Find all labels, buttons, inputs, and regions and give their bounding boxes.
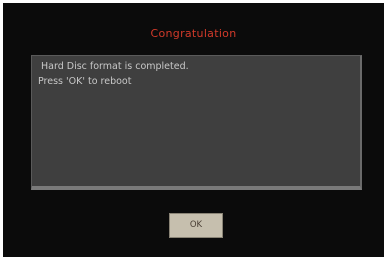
message-line-format-completed: Hard Disc format is completed. xyxy=(41,61,189,72)
dialog-title: Congratulation xyxy=(150,27,237,40)
message-box: Hard Disc format is completed. Press 'OK… xyxy=(31,55,362,190)
message-line-press-ok: Press 'OK' to reboot xyxy=(38,76,132,87)
ok-button[interactable]: OK xyxy=(169,213,223,238)
dialog-window: Congratulation Hard Disc format is compl… xyxy=(3,3,384,257)
